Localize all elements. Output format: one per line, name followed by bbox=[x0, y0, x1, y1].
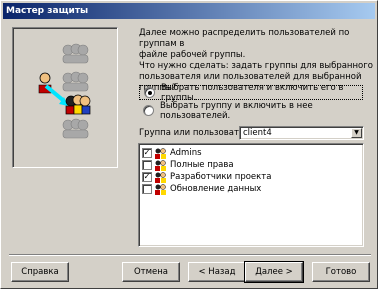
group-name: Обновление данных bbox=[170, 184, 262, 194]
group-icon bbox=[155, 171, 166, 183]
intro-line-1: Далее можно распределить пользователей п… bbox=[139, 28, 350, 49]
intro-text: Далее можно распределить пользователей п… bbox=[139, 28, 377, 61]
list-item-admins[interactable]: ✓ Admins bbox=[142, 147, 202, 159]
back-button[interactable]: < Назад bbox=[188, 262, 246, 282]
cancel-button[interactable]: Отмена bbox=[122, 262, 180, 282]
group-icon bbox=[155, 159, 166, 171]
footer-divider bbox=[9, 254, 371, 256]
help-button[interactable]: Справка bbox=[11, 262, 69, 282]
radio-select-group[interactable] bbox=[143, 105, 154, 116]
group-name: Полные права bbox=[170, 160, 234, 170]
option-select-user[interactable]: Выбрать пользователя и включить его в гр… bbox=[139, 82, 363, 103]
group-icon bbox=[155, 183, 166, 195]
security-wizard-window: Мастер защиты Далее можно распределить п… bbox=[0, 0, 378, 289]
checkbox-admins[interactable]: ✓ bbox=[142, 148, 152, 158]
checkbox-developers[interactable]: ✓ bbox=[142, 172, 152, 182]
question-line-1: Что нужно сделать: задать группы для выб… bbox=[139, 61, 373, 71]
radio-select-user[interactable] bbox=[144, 87, 155, 98]
group-name: Разработчики проекта bbox=[170, 172, 272, 182]
intro-line-2: файле рабочей группы. bbox=[139, 50, 246, 60]
finish-button[interactable]: Готово bbox=[312, 262, 370, 282]
groups-listbox[interactable]: ✓ Admins Полные права ✓ Разработчики про… bbox=[138, 143, 364, 247]
group-icon bbox=[155, 147, 166, 159]
list-item-developers[interactable]: ✓ Разработчики проекта bbox=[142, 171, 271, 183]
option-select-group-label: Выбрать группу и включить в нее пользова… bbox=[160, 100, 313, 121]
wizard-illustration bbox=[12, 27, 118, 168]
next-button[interactable]: Далее > bbox=[244, 261, 304, 283]
list-item-data-update[interactable]: Обновление данных bbox=[142, 183, 261, 195]
checkbox-data-update[interactable] bbox=[142, 184, 152, 194]
option-select-user-label: Выбрать пользователя и включить его в гр… bbox=[161, 82, 344, 103]
title-bar: Мастер защиты bbox=[3, 3, 375, 19]
window-title: Мастер защиты bbox=[6, 6, 89, 16]
chevron-down-icon[interactable]: ▼ bbox=[351, 128, 362, 138]
checkbox-full-rights[interactable] bbox=[142, 160, 152, 170]
users-groups-icon bbox=[38, 43, 91, 139]
group-name: Admins bbox=[170, 148, 202, 158]
option-select-group[interactable]: Выбрать группу и включить в нее пользова… bbox=[139, 100, 363, 121]
list-item-full-rights[interactable]: Полные права bbox=[142, 159, 234, 171]
group-user-dropdown[interactable]: client4 ▼ bbox=[239, 126, 364, 140]
group-user-value: client4 bbox=[243, 128, 272, 138]
